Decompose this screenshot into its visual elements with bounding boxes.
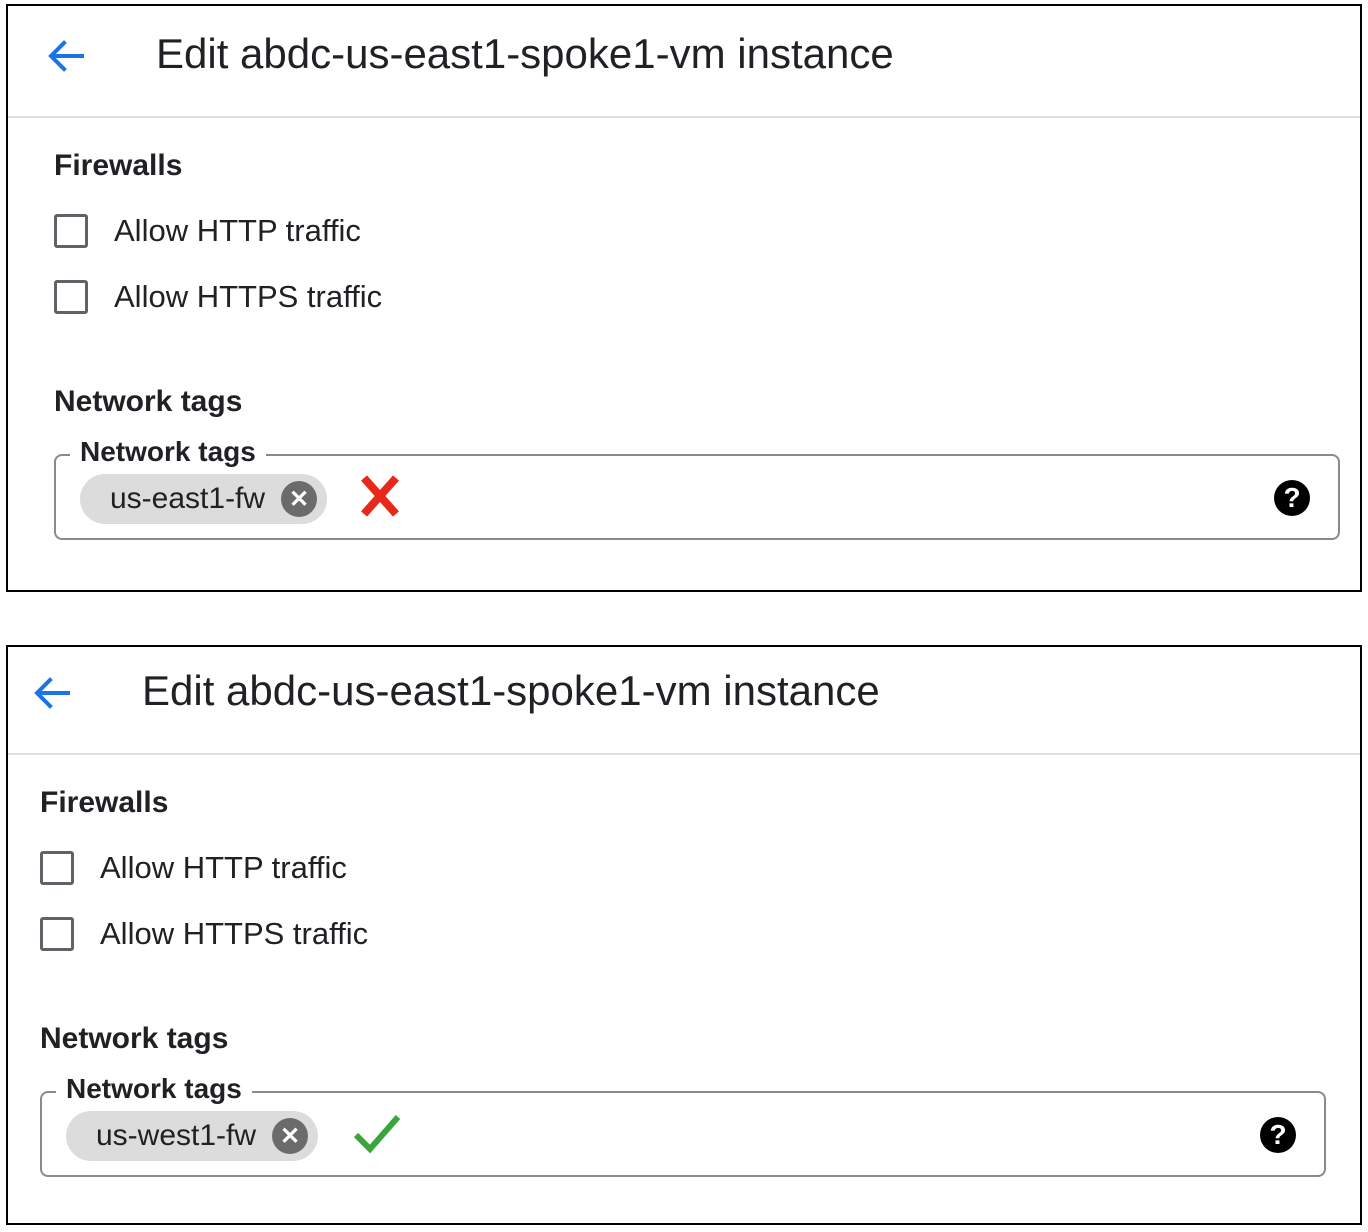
page-title: Edit abdc-us-east1-spoke1-vm instance: [142, 667, 880, 714]
allow-https-checkbox-row[interactable]: Allow HTTPS traffic: [54, 278, 382, 316]
firewalls-heading: Firewalls: [54, 149, 183, 182]
allow-http-checkbox-row[interactable]: Allow HTTP traffic: [40, 849, 347, 887]
allow-http-label: Allow HTTP traffic: [100, 850, 347, 885]
network-tags-field-label: Network tags: [56, 1071, 252, 1107]
back-arrow-icon[interactable]: [42, 32, 90, 80]
network-tags-field[interactable]: Network tags us-west1-fw ✕ ?: [40, 1071, 1326, 1177]
allow-https-label: Allow HTTPS traffic: [114, 279, 383, 314]
allow-https-checkbox[interactable]: [54, 280, 88, 314]
allow-https-checkbox[interactable]: [40, 917, 74, 951]
network-tags-heading: Network tags: [40, 1022, 229, 1055]
tag-chip-label: us-west1-fw: [96, 1119, 257, 1152]
edit-instance-panel-2: Edit abdc-us-east1-spoke1-vm instance Fi…: [6, 645, 1362, 1225]
allow-http-label: Allow HTTP traffic: [114, 213, 361, 248]
edit-instance-panel-1: Edit abdc-us-east1-spoke1-vm instance Fi…: [6, 4, 1362, 592]
red-x-mark-icon: [361, 475, 399, 517]
panel-header: Edit abdc-us-east1-spoke1-vm instance: [8, 6, 1360, 118]
panel-header: Edit abdc-us-east1-spoke1-vm instance: [8, 647, 1360, 755]
tag-chip: us-east1-fw ✕: [80, 474, 328, 524]
allow-https-label: Allow HTTPS traffic: [100, 916, 369, 951]
back-arrow-icon[interactable]: [28, 669, 76, 717]
allow-http-checkbox[interactable]: [40, 851, 74, 885]
tag-chip-label: us-east1-fw: [110, 482, 266, 515]
network-tags-field-label: Network tags: [70, 434, 266, 470]
tag-chip: us-west1-fw ✕: [66, 1111, 319, 1161]
firewalls-heading: Firewalls: [40, 786, 169, 819]
page-title: Edit abdc-us-east1-spoke1-vm instance: [156, 30, 894, 77]
help-icon[interactable]: ?: [1274, 480, 1310, 516]
allow-http-checkbox[interactable]: [54, 214, 88, 248]
chip-remove-icon[interactable]: ✕: [272, 1118, 309, 1154]
help-icon[interactable]: ?: [1260, 1117, 1296, 1153]
allow-http-checkbox-row[interactable]: Allow HTTP traffic: [54, 212, 361, 250]
network-tags-field[interactable]: Network tags us-east1-fw ✕ ?: [54, 434, 1340, 540]
green-check-mark-icon: [353, 1115, 401, 1154]
chip-remove-icon[interactable]: ✕: [281, 481, 318, 517]
network-tags-heading: Network tags: [54, 385, 243, 418]
allow-https-checkbox-row[interactable]: Allow HTTPS traffic: [40, 915, 368, 953]
